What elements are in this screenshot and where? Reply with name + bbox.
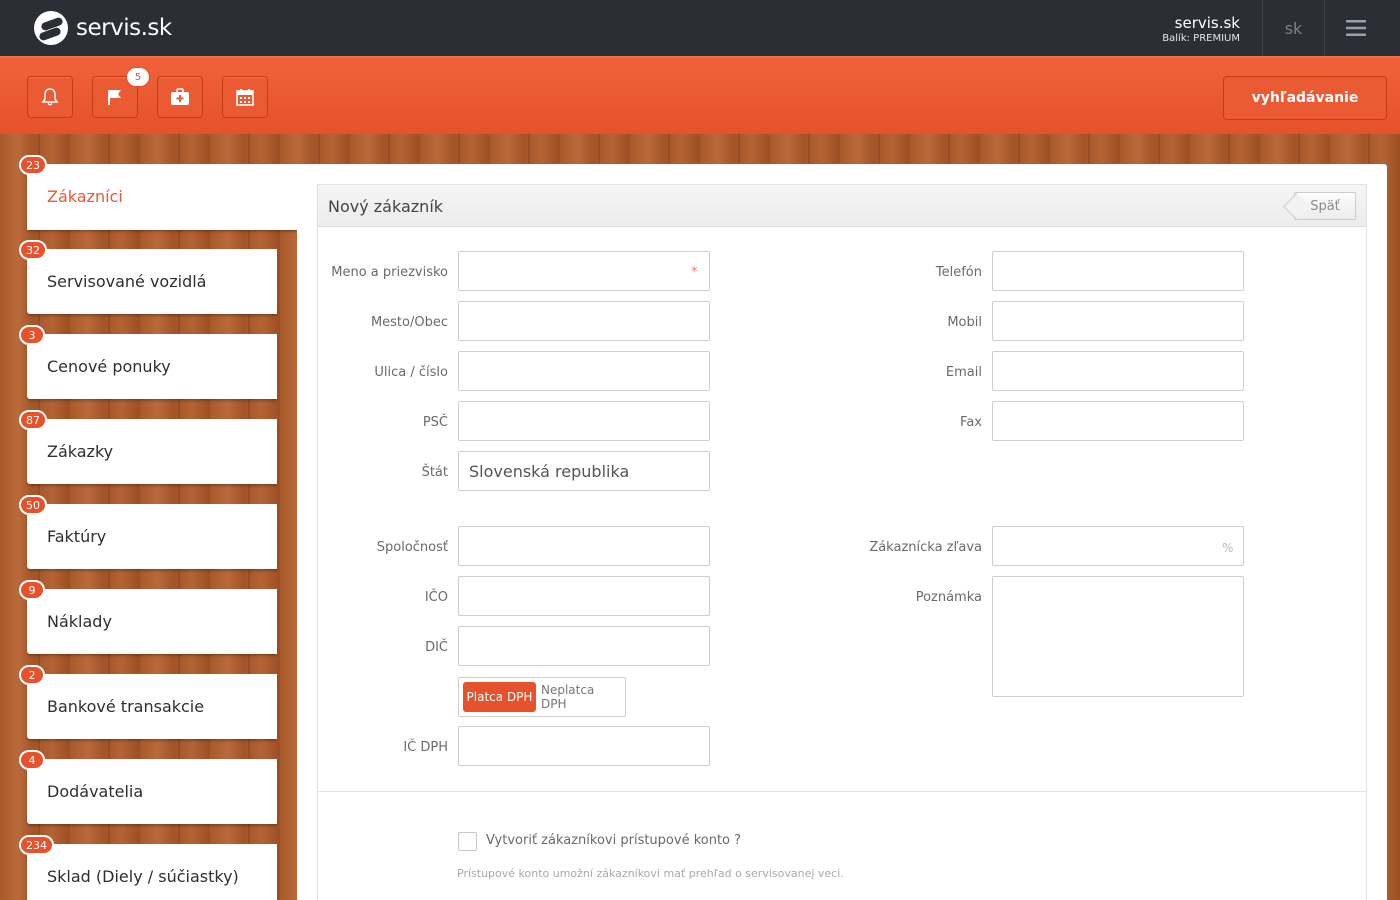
create-account-label[interactable]: Vytvoriť zákazníkovi prístupové konto ? bbox=[486, 833, 741, 848]
required-mark: * bbox=[691, 265, 698, 280]
sidebar-count-badge: 4 bbox=[19, 750, 45, 770]
sidebar-count-badge: 234 bbox=[19, 835, 54, 855]
note-textarea[interactable] bbox=[992, 576, 1244, 697]
calendar-icon bbox=[236, 89, 254, 106]
mobile-input[interactable] bbox=[992, 301, 1244, 341]
sidebar-count-badge: 23 bbox=[19, 155, 47, 175]
icdph-label: IČ DPH bbox=[403, 740, 448, 755]
sidebar-item-label: Náklady bbox=[47, 612, 112, 631]
sidebar-item-label: Zákazníci bbox=[47, 187, 123, 206]
percent-mark: % bbox=[1222, 541, 1234, 555]
new-customer-form: Nový zákazník Späť Meno a priezvisko * M… bbox=[317, 184, 1367, 900]
sidebar-count-badge: 3 bbox=[19, 325, 45, 345]
flag-icon bbox=[108, 90, 121, 105]
fax-label: Fax bbox=[960, 415, 982, 430]
sidebar-item-vehicles[interactable]: 32 Servisované vozidlá bbox=[19, 240, 277, 314]
sidebar-item-label: Bankové transakcie bbox=[47, 697, 205, 716]
sidebar-item-warehouse[interactable]: 234 Sklad (Diely / súčiastky) bbox=[19, 835, 277, 900]
create-account-hint: Prístupové konto umožní zákazníkovi mať … bbox=[457, 867, 844, 880]
sidebar-item-bank-transactions[interactable]: 2 Bankové transakcie bbox=[19, 665, 277, 739]
sidebar-item-customers[interactable]: 23 Zákazníci bbox=[19, 155, 297, 230]
top-bar: servis.sk servis.sk Balík: PREMIUM sk bbox=[0, 0, 1400, 56]
hamburger-icon bbox=[1345, 20, 1366, 36]
ico-label: IČO bbox=[424, 590, 448, 605]
dic-input[interactable] bbox=[458, 626, 710, 666]
sidebar-item-suppliers[interactable]: 4 Dodávatelia bbox=[19, 750, 277, 824]
back-button-label: Späť bbox=[1310, 198, 1340, 214]
sidebar-item-label: Sklad (Diely / súčiastky) bbox=[47, 867, 239, 886]
company-input[interactable] bbox=[458, 526, 710, 566]
sidebar-item-label: Servisované vozidlá bbox=[47, 272, 207, 291]
country-input[interactable] bbox=[458, 451, 710, 491]
main-content: Nový zákazník Späť Meno a priezvisko * M… bbox=[297, 164, 1387, 900]
toolbar: 5 vyhľadávanie bbox=[0, 56, 1400, 134]
sidebar-item-label: Faktúry bbox=[47, 527, 107, 546]
sidebar-count-badge: 87 bbox=[19, 410, 47, 430]
logo-text: servis.sk bbox=[76, 15, 172, 41]
note-label: Poznámka bbox=[915, 590, 982, 605]
flags-button[interactable]: 5 bbox=[92, 67, 150, 118]
form-divider bbox=[318, 791, 1366, 792]
calendar-button[interactable] bbox=[222, 76, 268, 118]
sidebar-count-badge: 9 bbox=[19, 580, 45, 600]
search-button[interactable]: vyhľadávanie bbox=[1223, 76, 1387, 120]
email-input[interactable] bbox=[992, 351, 1244, 391]
notifications-button[interactable] bbox=[27, 76, 73, 118]
sidebar-item-orders[interactable]: 87 Zákazky bbox=[19, 410, 277, 484]
account-info[interactable]: servis.sk Balík: PREMIUM bbox=[1162, 14, 1240, 46]
account-plan: Balík: PREMIUM bbox=[1162, 33, 1240, 44]
phone-input[interactable] bbox=[992, 251, 1244, 291]
hamburger-menu-button[interactable] bbox=[1324, 0, 1386, 56]
sidebar-item-label: Cenové ponuky bbox=[47, 357, 171, 376]
sidebar-item-quotes[interactable]: 3 Cenové ponuky bbox=[19, 325, 277, 399]
bell-icon bbox=[41, 88, 59, 106]
vat-payer-option[interactable]: Platca DPH bbox=[463, 682, 536, 712]
back-button[interactable]: Späť bbox=[1294, 192, 1356, 220]
name-label: Meno a priezvisko bbox=[331, 265, 448, 280]
phone-label: Telefón bbox=[935, 265, 982, 280]
dic-label: DIČ bbox=[425, 640, 448, 655]
street-label: Ulica / číslo bbox=[374, 365, 448, 380]
city-label: Mesto/Obec bbox=[370, 315, 448, 330]
flags-count-badge: 5 bbox=[126, 67, 150, 87]
form-header: Nový zákazník Späť bbox=[318, 185, 1366, 227]
ico-input[interactable] bbox=[458, 576, 710, 616]
logo-icon bbox=[34, 11, 68, 45]
medkit-icon bbox=[171, 88, 189, 105]
language-switch[interactable]: sk bbox=[1262, 0, 1324, 56]
create-account-checkbox[interactable] bbox=[458, 832, 477, 851]
vat-payer-toggle: Platca DPH Neplatca DPH bbox=[458, 677, 626, 717]
company-label: Spoločnosť bbox=[376, 540, 448, 555]
page-title: Nový zákazník bbox=[328, 197, 444, 216]
sidebar-count-badge: 50 bbox=[19, 495, 47, 515]
fax-input[interactable] bbox=[992, 401, 1244, 441]
zip-label: PSČ bbox=[422, 415, 448, 430]
email-label: Email bbox=[945, 365, 982, 380]
discount-input[interactable] bbox=[992, 526, 1244, 566]
sidebar-item-invoices[interactable]: 50 Faktúry bbox=[19, 495, 277, 569]
city-input[interactable] bbox=[458, 301, 710, 341]
vat-nonpayer-option[interactable]: Neplatca DPH bbox=[541, 682, 621, 712]
sidebar-count-badge: 32 bbox=[19, 240, 47, 260]
account-name: servis.sk bbox=[1174, 14, 1240, 32]
discount-label: Zákaznícka zľava bbox=[869, 540, 982, 555]
logo[interactable]: servis.sk bbox=[34, 10, 172, 46]
sidebar-count-badge: 2 bbox=[19, 665, 45, 685]
mobile-label: Mobil bbox=[947, 315, 982, 330]
sidebar-item-label: Dodávatelia bbox=[47, 782, 144, 801]
service-button[interactable] bbox=[157, 76, 203, 118]
street-input[interactable] bbox=[458, 351, 710, 391]
country-label: Štát bbox=[421, 465, 448, 480]
icdph-input[interactable] bbox=[458, 726, 710, 766]
zip-input[interactable] bbox=[458, 401, 710, 441]
sidebar-item-label: Zákazky bbox=[47, 442, 114, 461]
name-input[interactable] bbox=[458, 251, 710, 291]
sidebar-item-costs[interactable]: 9 Náklady bbox=[19, 580, 277, 654]
